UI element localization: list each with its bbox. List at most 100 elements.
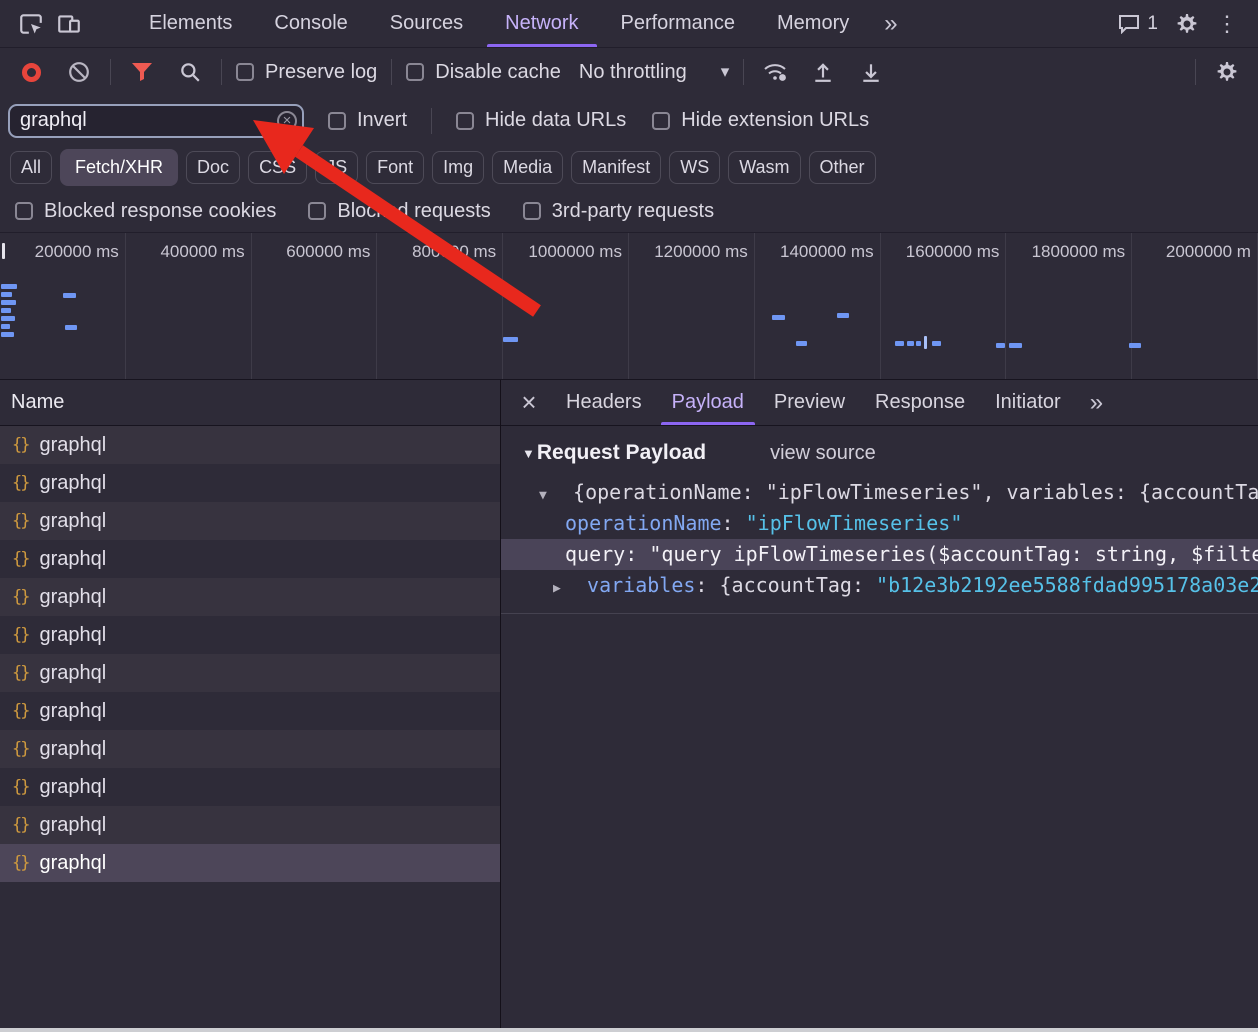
devtools-window: ElementsConsoleSourcesNetworkPerformance… — [0, 0, 1258, 1032]
filter-chip-img[interactable]: Img — [432, 151, 484, 184]
payload-tree-row[interactable]: query: "query ipFlowTimeseries($accountT… — [501, 539, 1258, 570]
invert-checkbox-group[interactable]: Invert — [328, 109, 407, 132]
checkbox-group-3rd-party-requests[interactable]: 3rd-party requests — [523, 200, 714, 223]
more-detail-tabs-icon[interactable]: » — [1076, 380, 1117, 425]
detail-tab-headers[interactable]: Headers — [551, 380, 657, 425]
tab-sources[interactable]: Sources — [369, 0, 484, 47]
tab-console[interactable]: Console — [253, 0, 368, 47]
clear-network-log-button[interactable] — [62, 55, 96, 89]
panel-tabs: ElementsConsoleSourcesNetworkPerformance… — [128, 0, 870, 47]
tab-network[interactable]: Network — [484, 0, 599, 47]
name-column-header[interactable]: Name — [0, 380, 500, 426]
checkbox-group-blocked-requests[interactable]: Blocked requests — [308, 200, 490, 223]
device-toolbar-icon — [56, 11, 82, 37]
json-braces-icon: {} — [12, 777, 28, 797]
filter-chip-fetch-xhr[interactable]: Fetch/XHR — [60, 149, 178, 186]
preserve-log-checkbox[interactable] — [236, 63, 254, 81]
detail-tab-initiator[interactable]: Initiator — [980, 380, 1076, 425]
filter-chip-js[interactable]: JS — [315, 151, 358, 184]
customize-devtools-icon[interactable]: ⋮ — [1206, 11, 1248, 37]
invert-checkbox[interactable] — [328, 112, 346, 130]
tab-elements[interactable]: Elements — [128, 0, 253, 47]
record-network-log-button[interactable] — [14, 55, 48, 89]
hide-extension-urls-checkbox-group[interactable]: Hide extension URLs — [652, 109, 869, 132]
detail-tab-preview[interactable]: Preview — [759, 380, 860, 425]
invert-label: Invert — [357, 109, 407, 132]
view-source-link[interactable]: view source — [770, 442, 876, 465]
throttling-select[interactable]: No throttling ▾ — [579, 61, 729, 84]
hide-data-urls-checkbox[interactable] — [456, 112, 474, 130]
waterfall-bar — [1, 308, 11, 313]
filter-chip-manifest[interactable]: Manifest — [571, 151, 661, 184]
wifi-gear-icon — [762, 61, 788, 83]
detail-tab-response[interactable]: Response — [860, 380, 980, 425]
waterfall-overview[interactable]: 200000 ms 400000 ms 600000 ms 800000 ms … — [0, 232, 1258, 380]
request-row[interactable]: {} graphql — [0, 426, 500, 464]
filter-input[interactable] — [8, 104, 304, 138]
filter-chip-font[interactable]: Font — [366, 151, 424, 184]
request-row[interactable]: {} graphql — [0, 578, 500, 616]
network-settings-gear-icon[interactable] — [1210, 55, 1244, 89]
checkbox-group-blocked-response-cookies[interactable]: Blocked response cookies — [15, 200, 276, 223]
tab-memory[interactable]: Memory — [756, 0, 870, 47]
checkbox[interactable] — [308, 202, 326, 220]
json-braces-icon: {} — [12, 587, 28, 607]
request-row[interactable]: {} graphql — [0, 502, 500, 540]
filter-chip-media[interactable]: Media — [492, 151, 563, 184]
console-messages-button[interactable]: 1 — [1108, 13, 1168, 35]
clear-filter-icon[interactable]: × — [277, 111, 297, 131]
url-filter-checks: Hide data URLs Hide extension URLs — [456, 109, 869, 132]
import-har-button[interactable] — [806, 55, 840, 89]
request-row[interactable]: {} graphql — [0, 730, 500, 768]
request-row[interactable]: {} graphql — [0, 616, 500, 654]
filter-chip-ws[interactable]: WS — [669, 151, 720, 184]
network-conditions-button[interactable] — [758, 55, 792, 89]
filter-chip-css[interactable]: CSS — [248, 151, 307, 184]
divider — [110, 59, 111, 85]
waterfall-bar — [895, 341, 904, 346]
export-har-button[interactable] — [854, 55, 888, 89]
waterfall-bar — [503, 337, 518, 342]
record-icon — [22, 63, 41, 82]
tab-performance[interactable]: Performance — [600, 0, 757, 47]
funnel-filter-icon — [131, 62, 153, 82]
settings-gear-icon[interactable] — [1168, 5, 1206, 43]
request-row[interactable]: {} graphql — [0, 464, 500, 502]
inspect-element-icon[interactable] — [12, 5, 50, 43]
close-details-icon[interactable]: × — [507, 380, 551, 425]
waterfall-bar — [1, 284, 17, 289]
preserve-log-checkbox-group[interactable]: Preserve log — [236, 61, 377, 84]
request-row[interactable]: {} graphql — [0, 768, 500, 806]
tree-expander-icon[interactable]: ▼ — [539, 480, 561, 508]
checkbox[interactable] — [523, 202, 541, 220]
checkbox[interactable] — [15, 202, 33, 220]
request-row[interactable]: {} graphql — [0, 844, 500, 882]
request-row[interactable]: {} graphql — [0, 540, 500, 578]
filter-input-wrap: × — [8, 104, 304, 138]
filter-chip-doc[interactable]: Doc — [186, 151, 240, 184]
hide-data-urls-checkbox-group[interactable]: Hide data URLs — [456, 109, 626, 132]
payload-tree-row[interactable]: operationName: "ipFlowTimeseries" — [501, 508, 1258, 539]
more-panels-icon[interactable]: » — [870, 0, 911, 47]
search-button[interactable] — [173, 55, 207, 89]
request-row[interactable]: {} graphql — [0, 806, 500, 844]
request-row[interactable]: {} graphql — [0, 692, 500, 730]
hide-extension-urls-checkbox[interactable] — [652, 112, 670, 130]
tabbar-spacer — [912, 0, 1109, 47]
filter-chip-other[interactable]: Other — [809, 151, 876, 184]
filter-toggle-button[interactable] — [125, 55, 159, 89]
filter-chip-wasm[interactable]: Wasm — [728, 151, 800, 184]
payload-tree-row[interactable]: ▶ variables: {accountTag: "b12e3b2192ee5… — [501, 570, 1258, 601]
payload-json-tree: ▼ {operationName: "ipFlowTimeseries", va… — [501, 477, 1258, 601]
disable-cache-checkbox[interactable] — [406, 63, 424, 81]
disable-cache-checkbox-group[interactable]: Disable cache — [406, 61, 561, 84]
filter-chip-all[interactable]: All — [10, 151, 52, 184]
device-toolbar-icon[interactable] — [50, 5, 88, 43]
settings-gear-icon — [1175, 12, 1199, 36]
section-expander-icon[interactable]: ▼ — [522, 446, 535, 461]
tree-expander-icon[interactable]: ▶ — [553, 573, 575, 601]
request-row[interactable]: {} graphql — [0, 654, 500, 692]
detail-tab-payload[interactable]: Payload — [657, 380, 759, 425]
hide-data-urls-label: Hide data URLs — [485, 109, 626, 132]
payload-tree-row[interactable]: ▼ {operationName: "ipFlowTimeseries", va… — [501, 477, 1258, 508]
